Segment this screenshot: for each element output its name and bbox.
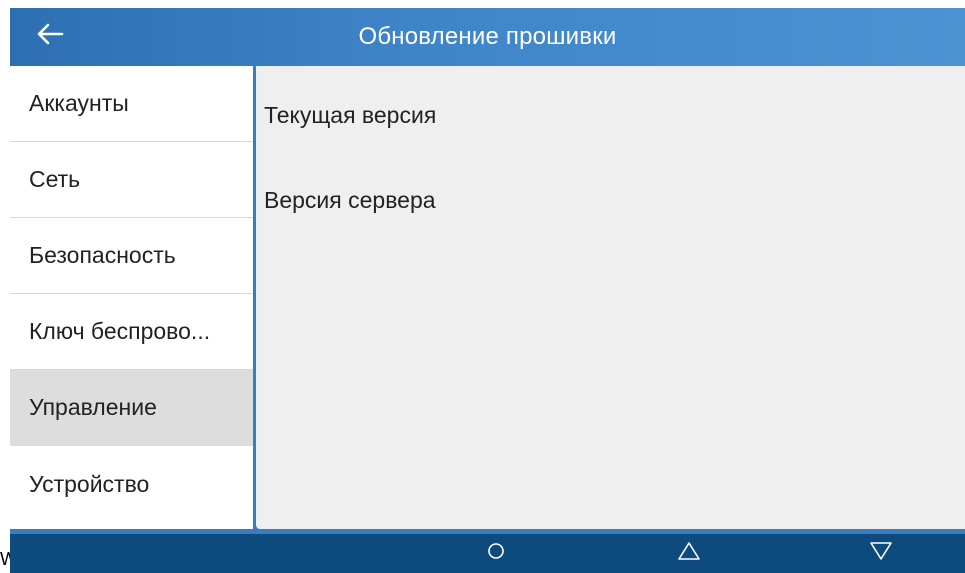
sidebar-item-label: Управление	[29, 394, 157, 420]
server-version-label: Версия сервера	[264, 187, 436, 213]
sidebar-item-security[interactable]: Безопасность	[10, 218, 253, 294]
sidebar-item-wireless-key[interactable]: Ключ беспрово...	[10, 294, 253, 370]
home-circle-icon	[486, 541, 506, 566]
sidebar-item-network[interactable]: Сеть	[10, 142, 253, 218]
up-triangle-icon	[677, 541, 701, 566]
sidebar-item-label: Ключ беспрово...	[29, 318, 211, 344]
settings-sidebar: Аккаунты Сеть Безопасность Ключ беспрово…	[10, 66, 253, 529]
current-version-label: Текущая версия	[264, 102, 437, 128]
sidebar-item-management[interactable]: Управление	[10, 370, 253, 446]
down-button[interactable]	[856, 534, 906, 573]
page-title: Обновление прошивки	[358, 23, 617, 50]
sidebar-item-device[interactable]: Устройство	[10, 446, 253, 522]
sidebar-item-accounts[interactable]: Аккаунты	[10, 66, 253, 142]
down-triangle-icon	[869, 541, 893, 566]
sidebar-item-label: Устройство	[29, 470, 150, 497]
sidebar-item-label: Аккаунты	[29, 90, 129, 116]
app-window: Обновление прошивки Аккаунты Сеть Безопа…	[10, 8, 965, 573]
system-navigation-bar	[10, 534, 965, 573]
sidebar-item-label: Сеть	[29, 166, 81, 192]
up-button[interactable]	[664, 534, 714, 573]
sidebar-item-label: Безопасность	[29, 242, 176, 268]
firmware-panel: Текущая версия Версия сервера	[256, 66, 965, 529]
title-bar: Обновление прошивки	[10, 8, 965, 66]
home-button[interactable]	[471, 534, 521, 573]
